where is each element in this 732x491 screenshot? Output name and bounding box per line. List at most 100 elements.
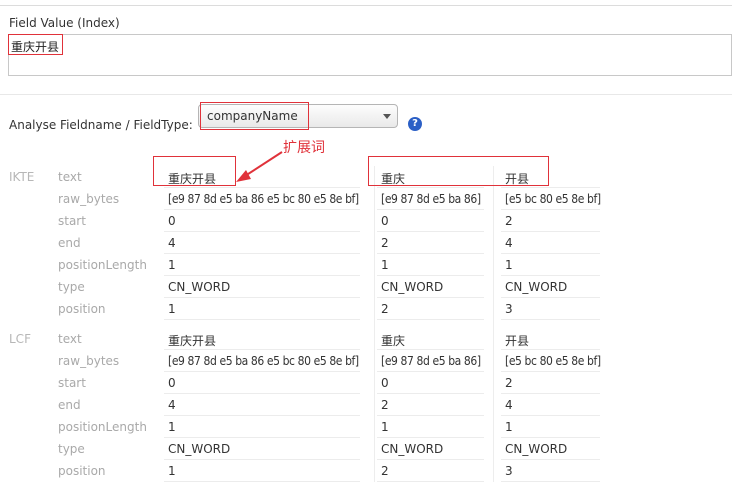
cell-divider xyxy=(501,187,600,188)
token-type: CN_WORD xyxy=(505,442,568,456)
row-label-positionLength: positionLength xyxy=(58,258,147,272)
token-start: 2 xyxy=(505,376,513,390)
token-positionLength: 1 xyxy=(168,420,176,434)
cell-divider xyxy=(164,297,360,298)
token-position: 3 xyxy=(505,302,513,316)
cell-divider xyxy=(377,415,484,416)
token-start: 2 xyxy=(505,214,513,228)
token-end: 4 xyxy=(168,398,176,412)
cell-divider xyxy=(501,415,600,416)
row-label-type: type xyxy=(58,442,85,456)
token-text: 开县 xyxy=(505,334,530,348)
token-end: 4 xyxy=(505,398,513,412)
cell-divider xyxy=(501,231,600,232)
cell-divider xyxy=(377,275,484,276)
cell-divider xyxy=(501,275,600,276)
row-label-start: start xyxy=(58,376,86,390)
token-position: 1 xyxy=(168,302,176,316)
cell-divider xyxy=(164,437,360,438)
cell-divider xyxy=(164,231,360,232)
cell-divider xyxy=(377,393,484,394)
row-label-positionLength: positionLength xyxy=(58,420,147,434)
row-label-raw_bytes: raw_bytes xyxy=(58,192,120,206)
token-type: CN_WORD xyxy=(381,280,444,294)
token-text: 重庆 xyxy=(381,334,406,348)
token-positionLength: 1 xyxy=(505,420,513,434)
cell-divider xyxy=(164,209,360,210)
row-label-raw_bytes: raw_bytes xyxy=(58,354,120,368)
cell-divider xyxy=(377,297,484,298)
cell-divider xyxy=(164,349,360,350)
token-raw_bytes: [e9 87 8d e5 ba 86] xyxy=(381,354,481,368)
cell-divider xyxy=(377,319,484,320)
token-position: 1 xyxy=(168,464,176,478)
cell-divider xyxy=(377,481,484,482)
analyzer-name: IKTE xyxy=(9,170,35,184)
cell-divider xyxy=(501,319,600,320)
cell-divider xyxy=(377,349,484,350)
cell-divider xyxy=(164,253,360,254)
token-raw_bytes: [e5 bc 80 e5 8e bf] xyxy=(505,354,601,368)
token-positionLength: 1 xyxy=(381,420,389,434)
token-type: CN_WORD xyxy=(505,280,568,294)
token-raw_bytes: [e9 87 8d e5 ba 86 e5 bc 80 e5 8e bf] xyxy=(168,192,359,206)
row-label-position: position xyxy=(58,464,106,478)
token-end: 2 xyxy=(381,236,389,250)
token-position: 3 xyxy=(505,464,513,478)
row-label-type: type xyxy=(58,280,85,294)
token-text: 重庆开县 xyxy=(168,334,217,348)
cell-divider xyxy=(501,393,600,394)
token-end: 4 xyxy=(505,236,513,250)
row-label-start: start xyxy=(58,214,86,228)
cell-divider xyxy=(501,297,600,298)
cell-divider xyxy=(164,459,360,460)
token-type: CN_WORD xyxy=(168,442,231,456)
token-positionLength: 1 xyxy=(505,258,513,272)
token-start: 0 xyxy=(381,376,389,390)
token-end: 4 xyxy=(168,236,176,250)
cell-divider xyxy=(501,371,600,372)
cell-divider xyxy=(164,319,360,320)
cell-divider xyxy=(501,253,600,254)
cell-divider xyxy=(377,459,484,460)
row-label-text: text xyxy=(58,332,82,346)
cell-divider xyxy=(377,371,484,372)
token-raw_bytes: [e5 bc 80 e5 8e bf] xyxy=(505,192,601,206)
token-start: 0 xyxy=(381,214,389,228)
cell-divider xyxy=(164,393,360,394)
row-label-text: text xyxy=(58,170,82,184)
cell-divider xyxy=(377,437,484,438)
token-end: 2 xyxy=(381,398,389,412)
cell-divider xyxy=(377,209,484,210)
cell-divider xyxy=(501,481,600,482)
cell-divider xyxy=(501,459,600,460)
token-start: 0 xyxy=(168,214,176,228)
token-raw_bytes: [e9 87 8d e5 ba 86] xyxy=(381,192,481,206)
token-raw_bytes: [e9 87 8d e5 ba 86 e5 bc 80 e5 8e bf] xyxy=(168,354,359,368)
annotation-arrow-icon xyxy=(236,151,283,182)
token-type: CN_WORD xyxy=(381,442,444,456)
cell-divider xyxy=(164,187,360,188)
highlight-box-split-terms xyxy=(368,156,549,186)
row-label-position: position xyxy=(58,302,106,316)
token-type: CN_WORD xyxy=(168,280,231,294)
row-label-end: end xyxy=(58,236,81,250)
token-position: 2 xyxy=(381,302,389,316)
column-divider xyxy=(493,166,494,482)
cell-divider xyxy=(501,349,600,350)
cell-divider xyxy=(377,231,484,232)
token-position: 2 xyxy=(381,464,389,478)
token-positionLength: 1 xyxy=(168,258,176,272)
cell-divider xyxy=(164,371,360,372)
cell-divider xyxy=(501,437,600,438)
token-positionLength: 1 xyxy=(381,258,389,272)
cell-divider xyxy=(164,275,360,276)
cell-divider xyxy=(164,415,360,416)
cell-divider xyxy=(377,187,484,188)
column-divider xyxy=(374,166,375,482)
analyzer-name: LCF xyxy=(9,332,31,346)
row-label-end: end xyxy=(58,398,81,412)
token-start: 0 xyxy=(168,376,176,390)
cell-divider xyxy=(501,209,600,210)
cell-divider xyxy=(377,253,484,254)
